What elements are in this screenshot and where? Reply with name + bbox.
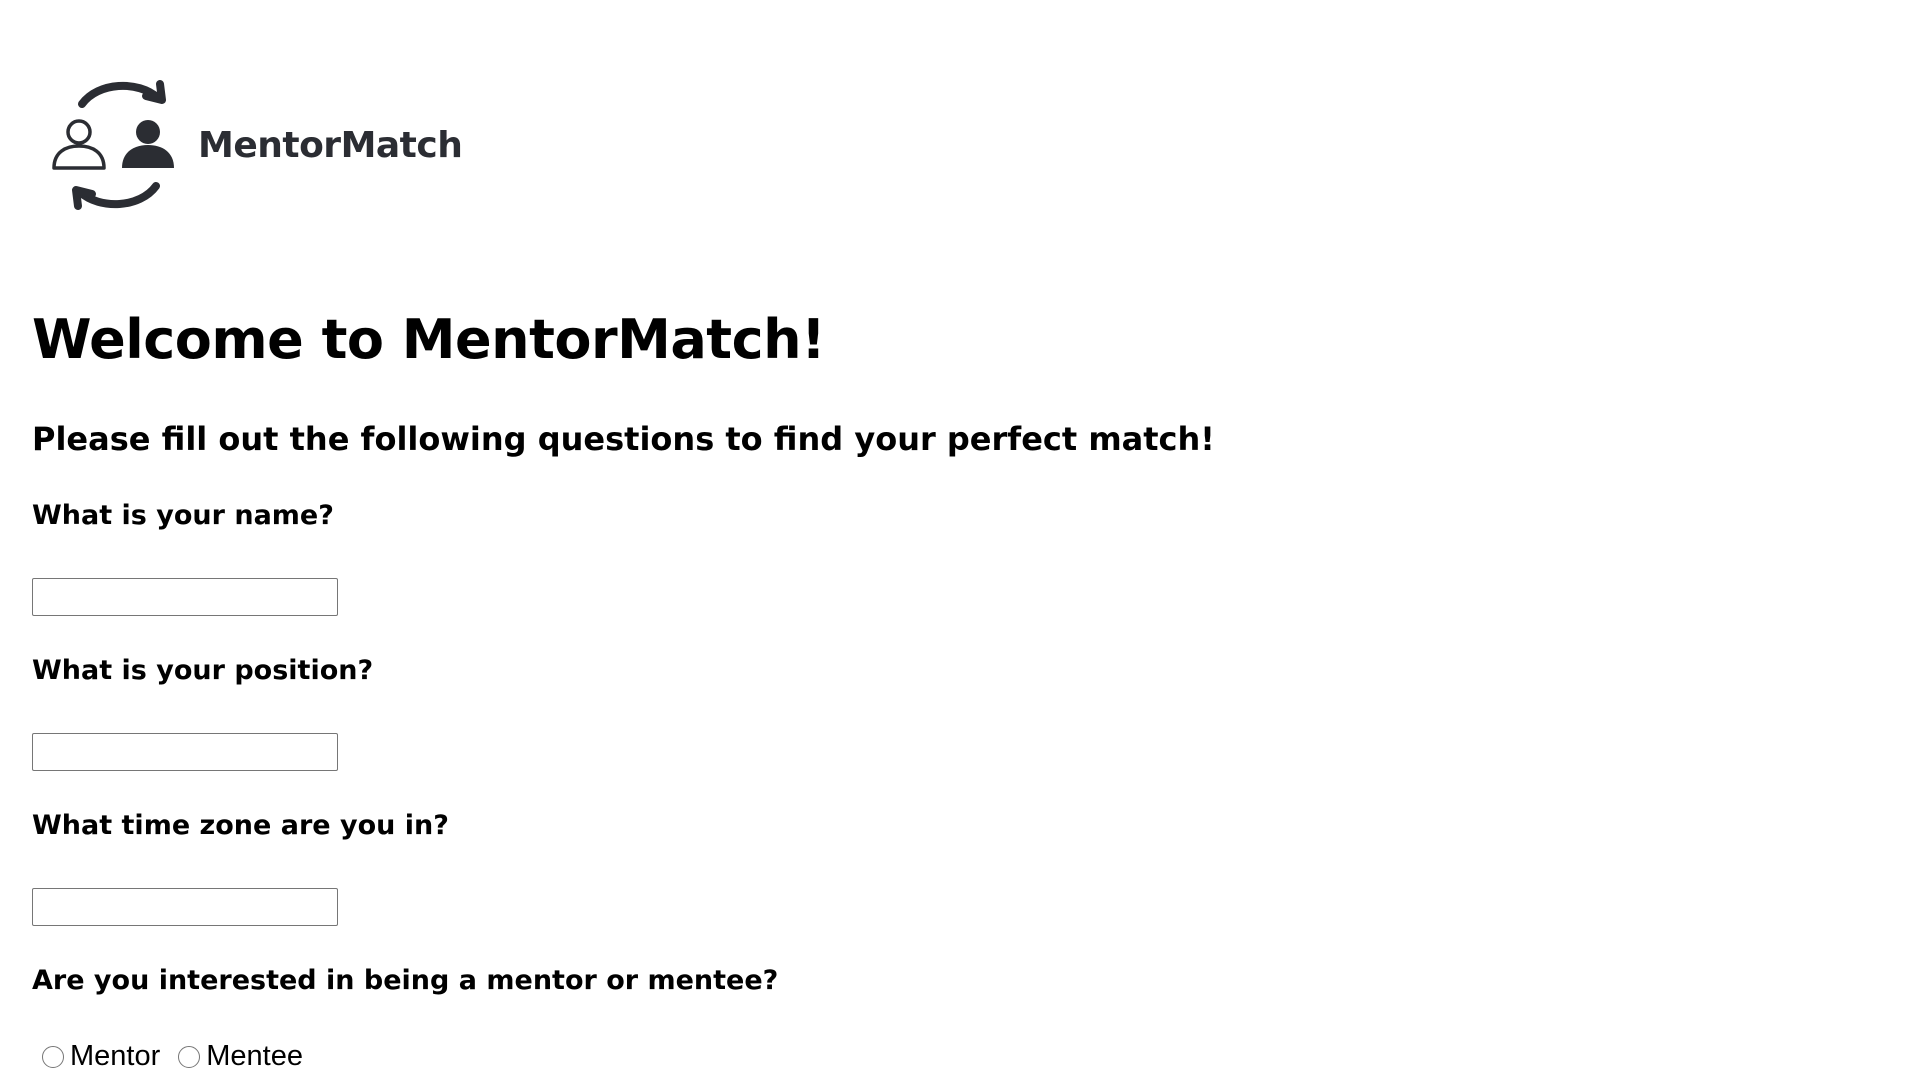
- timezone-question-label: What time zone are you in?: [32, 810, 449, 841]
- logo-wordmark: MentorMatch: [198, 124, 463, 166]
- role-question-label: Are you interested in being a mentor or …: [32, 965, 779, 996]
- position-input[interactable]: [32, 733, 338, 771]
- mentor-radio[interactable]: [42, 1045, 64, 1068]
- role-radio-group: Mentor Mentee: [38, 1040, 317, 1073]
- page-subtitle: Please fill out the following questions …: [32, 420, 1215, 458]
- mentor-option-label[interactable]: Mentor: [70, 1040, 160, 1073]
- mentor-swap-people-icon: [52, 80, 174, 210]
- position-question-label: What is your position?: [32, 655, 374, 686]
- name-input[interactable]: [32, 578, 338, 616]
- mentee-option-label[interactable]: Mentee: [206, 1040, 303, 1073]
- mentor-option[interactable]: Mentor: [38, 1040, 160, 1073]
- mentee-radio[interactable]: [178, 1045, 201, 1068]
- mentee-option[interactable]: Mentee: [174, 1040, 303, 1073]
- timezone-input[interactable]: [32, 888, 338, 926]
- name-question-label: What is your name?: [32, 500, 334, 531]
- mentormatch-logo: MentorMatch: [48, 76, 468, 214]
- page-title: Welcome to MentorMatch!: [32, 308, 826, 371]
